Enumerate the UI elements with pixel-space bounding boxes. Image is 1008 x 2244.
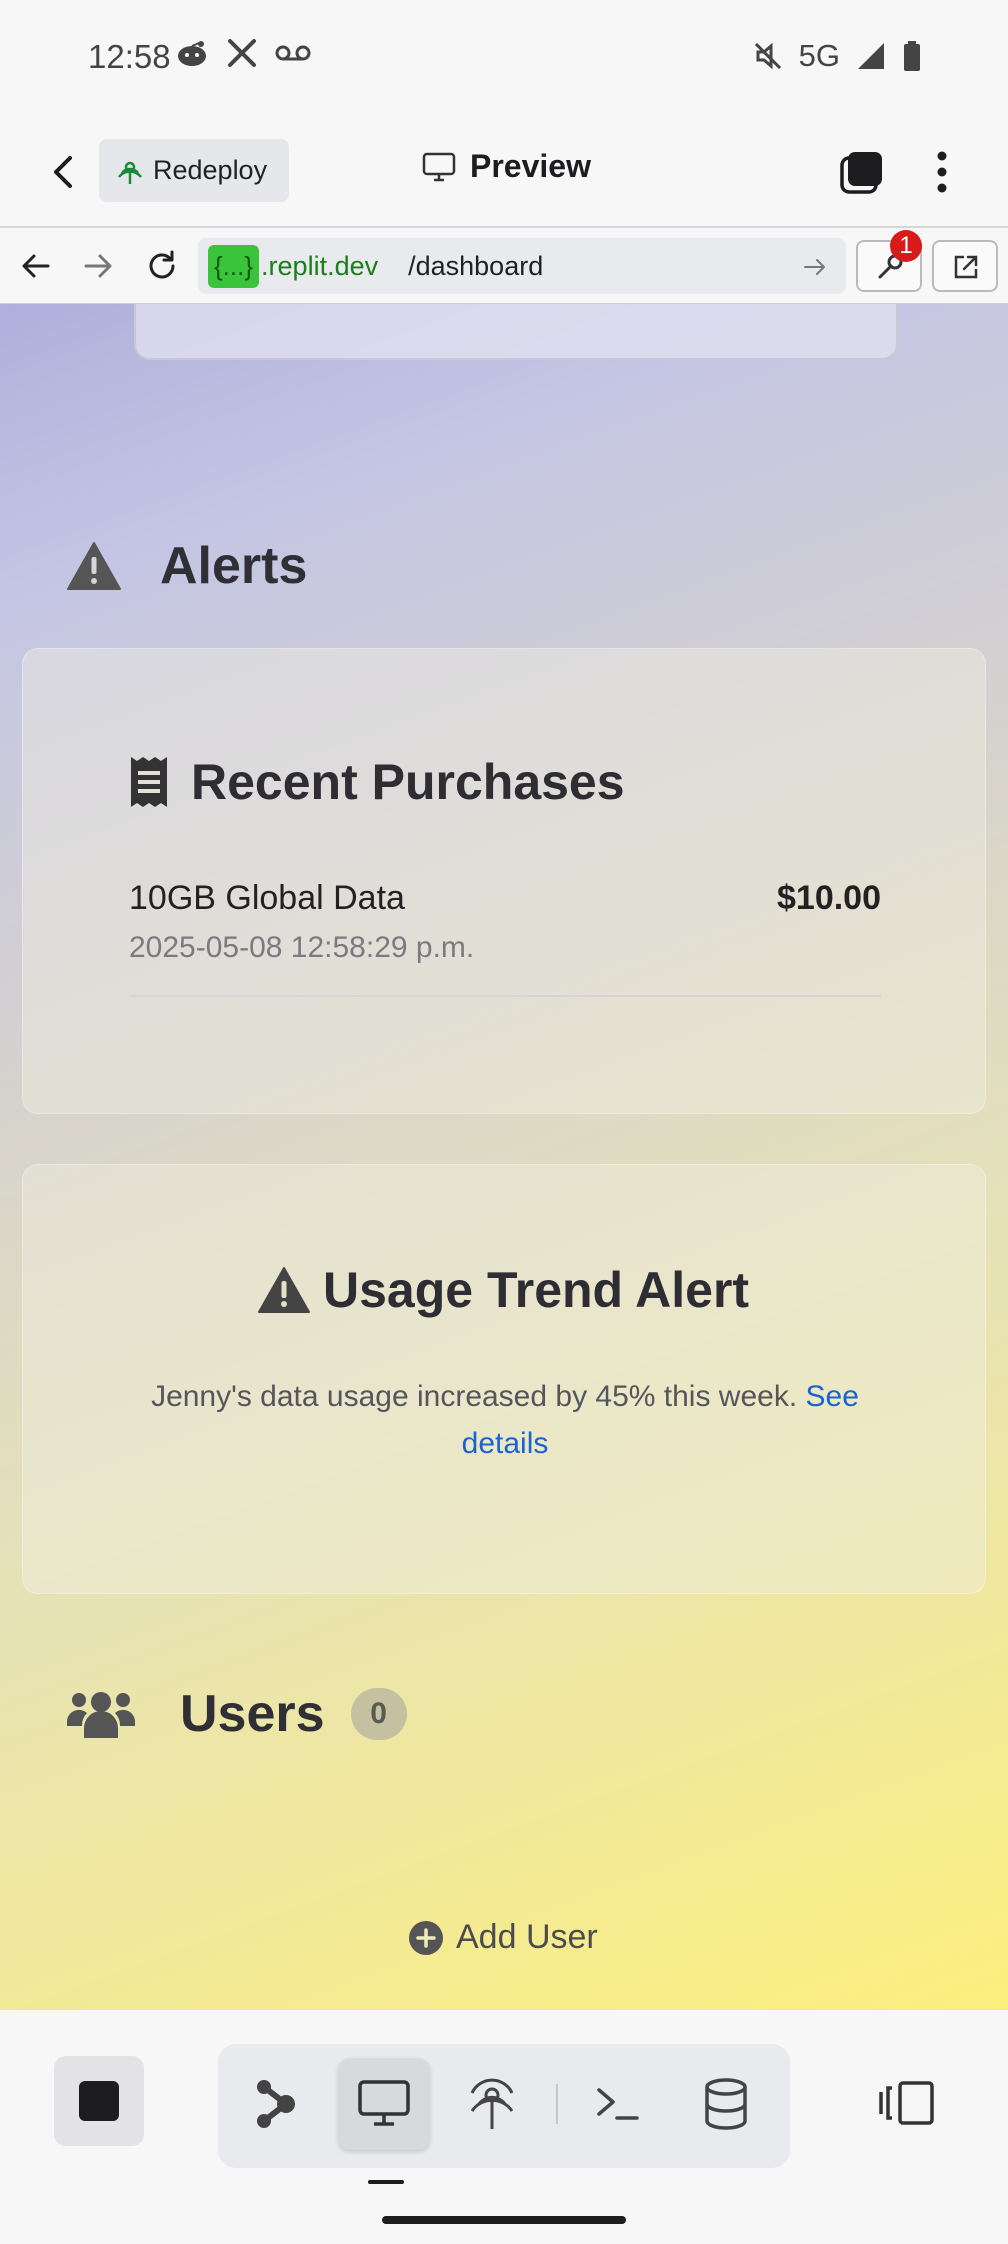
app-header: Redeploy Preview (0, 116, 1008, 228)
usage-trend-alert-card: Usage Trend Alert Jenny's data usage inc… (22, 1164, 986, 1594)
external-link-icon (954, 255, 978, 279)
workspace-tool-group (218, 2044, 790, 2168)
url-path: /dashboard (408, 250, 544, 281)
reddit-icon (178, 41, 206, 66)
browser-forward-icon[interactable] (80, 248, 116, 284)
monitor-icon (422, 152, 456, 181)
deployments-tool-button[interactable] (446, 2058, 538, 2150)
network-label: 5G (798, 38, 840, 73)
agent-tool-button[interactable] (230, 2058, 322, 2150)
more-options-icon[interactable] (924, 148, 960, 196)
url-domain: .replit.dev (261, 250, 379, 281)
add-user-label: Add User (456, 1918, 598, 1956)
devtools-badge: 1 (890, 230, 922, 262)
page-title: Preview (470, 148, 591, 184)
recent-purchases-header: Recent Purchases (129, 753, 625, 811)
previous-card (134, 304, 898, 360)
deploy-icon (118, 161, 142, 184)
url-input[interactable]: {...} .replit.dev /dashboard (198, 238, 846, 294)
back-arrow-icon[interactable] (44, 152, 84, 192)
tabs-switcher-icon[interactable] (838, 148, 886, 196)
x-icon (228, 39, 256, 67)
warning-icon (258, 1267, 310, 1313)
open-external-button[interactable] (932, 240, 998, 292)
add-user-button[interactable]: Add User (408, 1918, 598, 1957)
toolbar-separator (556, 2084, 558, 2124)
users-icon (67, 1692, 135, 1738)
bottom-toolbar (0, 2010, 1008, 2244)
battery-icon (904, 41, 920, 71)
divider (129, 995, 881, 997)
preview-tool-button[interactable] (338, 2058, 430, 2150)
browser-url-row: {...} .replit.dev /dashboard 1 (0, 228, 1008, 304)
browser-back-icon[interactable] (18, 248, 54, 284)
url-chip: {...} (208, 244, 260, 288)
plus-circle-icon (409, 1920, 443, 1955)
purchase-date: 2025-05-08 12:58:29 p.m. (129, 931, 475, 964)
status-bar: 12:58 5G (0, 0, 1008, 116)
panel-toggle-icon[interactable] (878, 2080, 936, 2126)
usage-alert-text: Jenny's data usage increased by 45% this… (151, 1380, 798, 1413)
purchase-price: $10.00 (777, 879, 881, 917)
agent-icon (257, 2080, 295, 2128)
system-icons: 5G (753, 38, 922, 74)
status-time: 12:58 (88, 38, 171, 75)
home-indicator[interactable] (382, 2216, 626, 2224)
notification-icons (175, 38, 311, 68)
go-arrow-icon[interactable] (802, 254, 828, 280)
stop-button[interactable] (54, 2056, 144, 2146)
users-count-badge: 0 (350, 1688, 407, 1740)
shell-tool-button[interactable] (572, 2058, 664, 2150)
redeploy-button[interactable]: Redeploy (99, 139, 289, 202)
devtools-button[interactable]: 1 (856, 230, 922, 292)
recent-purchases-title: Recent Purchases (191, 754, 625, 810)
stop-icon (79, 2081, 119, 2121)
alerts-header: Alerts (66, 536, 307, 596)
purchase-name: 10GB Global Data (129, 879, 405, 917)
receipt-icon (131, 757, 167, 807)
users-title: Users (180, 1685, 325, 1743)
database-tool-button[interactable] (680, 2058, 772, 2150)
dashboard-content[interactable]: Alerts Recent Purchases 10GB Global Data… (0, 304, 1008, 2010)
database-icon (705, 2078, 747, 2130)
reload-icon[interactable] (144, 248, 180, 284)
terminal-icon (597, 2088, 639, 2120)
deploy-icon (470, 2078, 514, 2129)
monitor-icon (358, 2080, 410, 2126)
users-header: Users 0 (66, 1684, 407, 1744)
preview-tab-title: Preview (422, 148, 591, 185)
usage-alert-header: Usage Trend Alert (257, 1261, 749, 1319)
active-tab-indicator (368, 2180, 404, 2184)
signal-icon (858, 43, 884, 69)
warning-icon (67, 542, 121, 590)
mute-icon (754, 42, 781, 70)
usage-alert-message: Jenny's data usage increased by 45% this… (123, 1373, 887, 1467)
recent-purchases-card: Recent Purchases 10GB Global Data $10.00… (22, 648, 986, 1114)
voicemail-icon (275, 45, 311, 61)
usage-alert-title: Usage Trend Alert (323, 1262, 750, 1318)
redeploy-label: Redeploy (153, 155, 268, 185)
alerts-title: Alerts (160, 537, 308, 595)
